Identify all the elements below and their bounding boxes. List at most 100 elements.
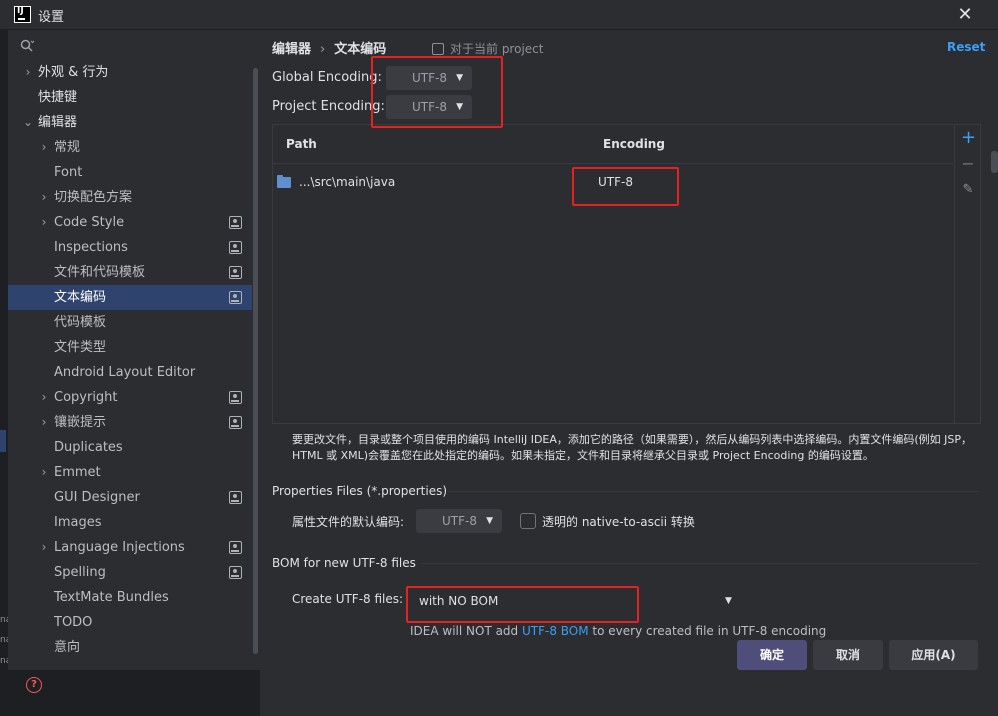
table-toolbar-divider bbox=[954, 125, 955, 423]
ok-button[interactable]: 确定 bbox=[737, 640, 807, 670]
help-icon[interactable]: ? bbox=[26, 677, 42, 693]
project-encoding-label: Project Encoding: bbox=[272, 99, 385, 114]
sidebar-item-label: 文件类型 bbox=[54, 340, 107, 355]
breadcrumb-current: 文本编码 bbox=[334, 42, 387, 57]
sidebar-item-todo[interactable]: TODO bbox=[8, 610, 252, 635]
project-scope-icon bbox=[229, 291, 242, 304]
window-title: 设置 bbox=[38, 10, 65, 25]
sidebar-item-镶嵌提示[interactable]: › 镶嵌提示 bbox=[8, 410, 252, 435]
sidebar-item-label: 意向 bbox=[54, 640, 81, 655]
chevron-right-icon[interactable]: › bbox=[38, 385, 50, 410]
chevron-right-icon[interactable]: › bbox=[38, 185, 50, 210]
sidebar-item-gui-designer[interactable]: GUI Designer bbox=[8, 485, 252, 510]
native-to-ascii-label[interactable]: 透明的 native-to-ascii 转换 bbox=[542, 513, 695, 530]
project-scope-icon bbox=[229, 416, 242, 429]
sidebar-item-label: Images bbox=[54, 515, 102, 530]
sidebar-item-常规[interactable]: › 常规 bbox=[8, 135, 252, 160]
utf8-bom-link[interactable]: UTF-8 BOM bbox=[522, 624, 589, 638]
sidebar-item-label: 代码模板 bbox=[54, 315, 107, 330]
bom-section-title: BOM for new UTF-8 files bbox=[272, 556, 416, 570]
breadcrumb: 编辑器 › 文本编码 bbox=[272, 38, 386, 57]
sidebar-item-duplicates[interactable]: Duplicates bbox=[8, 435, 252, 460]
chevron-right-icon[interactable]: › bbox=[38, 410, 50, 435]
sidebar-item-label: Spelling bbox=[54, 565, 106, 580]
sidebar-item-font[interactable]: Font bbox=[8, 160, 252, 185]
reset-button[interactable]: Reset bbox=[947, 40, 985, 54]
chevron-right-icon[interactable]: › bbox=[22, 60, 34, 85]
native-to-ascii-checkbox[interactable] bbox=[520, 513, 536, 529]
sidebar-item-快捷键[interactable]: 快捷键 bbox=[8, 85, 252, 110]
sidebar-item-label: Duplicates bbox=[54, 440, 123, 455]
column-header-path[interactable]: Path bbox=[286, 137, 317, 151]
cancel-button[interactable]: 取消 bbox=[813, 640, 883, 670]
sidebar-item-切换配色方案[interactable]: › 切换配色方案 bbox=[8, 185, 252, 210]
sidebar-item-emmet[interactable]: › Emmet bbox=[8, 460, 252, 485]
apply-button[interactable]: 应用(A) bbox=[889, 640, 978, 670]
sidebar-item-label: Inspections bbox=[54, 240, 128, 255]
sidebar-item-spelling[interactable]: Spelling bbox=[8, 560, 252, 585]
sidebar-item-textmate-bundles[interactable]: TextMate Bundles bbox=[8, 585, 252, 610]
sidebar-item-意向[interactable]: 意向 bbox=[8, 635, 252, 660]
sidebar-item-文件类型[interactable]: 文件类型 bbox=[8, 335, 252, 360]
close-icon[interactable]: ✕ bbox=[952, 2, 978, 28]
create-utf8-label: Create UTF-8 files: bbox=[292, 592, 404, 606]
search-icon[interactable] bbox=[19, 38, 35, 54]
dropdown-arrow-icon: ▼ bbox=[456, 73, 463, 83]
sidebar-item-language-injections[interactable]: › Language Injections bbox=[8, 535, 252, 560]
column-header-encoding[interactable]: Encoding bbox=[603, 137, 665, 151]
sidebar-item-label: 文件和代码模板 bbox=[54, 265, 146, 280]
sidebar-item-label: Copyright bbox=[54, 390, 118, 405]
properties-encoding-dropdown[interactable]: UTF-8 ▼ bbox=[416, 509, 502, 533]
project-encoding-dropdown[interactable]: UTF-8 ▼ bbox=[386, 95, 472, 119]
remove-icon[interactable]: − bbox=[961, 156, 975, 172]
project-scope-icon bbox=[229, 541, 242, 554]
add-icon[interactable]: + bbox=[961, 129, 976, 147]
sidebar-item-code-style[interactable]: › Code Style bbox=[8, 210, 252, 235]
folder-icon bbox=[277, 175, 291, 188]
chevron-right-icon[interactable]: › bbox=[38, 210, 50, 235]
sidebar-item-文本编码[interactable]: 文本编码 bbox=[8, 285, 252, 310]
sidebar-item-label: Android Layout Editor bbox=[54, 365, 196, 380]
background-scrollbar bbox=[991, 151, 998, 173]
properties-section-title: Properties Files (*.properties) bbox=[272, 484, 448, 498]
sidebar-item-外观-行为[interactable]: › 外观 & 行为 bbox=[8, 60, 252, 85]
project-scope-icon bbox=[229, 491, 242, 504]
create-utf8-dropdown[interactable]: with NO BOM ▼ bbox=[407, 587, 740, 615]
chevron-right-icon[interactable]: › bbox=[38, 460, 50, 485]
encoding-description: 要更改文件，目录或整个项目使用的编码 IntelliJ IDEA，添加它的路径（… bbox=[292, 433, 973, 462]
edit-icon[interactable]: ✎ bbox=[961, 183, 975, 197]
bom-hint: IDEA will NOT add UTF-8 BOM to every cre… bbox=[410, 624, 827, 638]
sidebar-item-inspections[interactable]: Inspections bbox=[8, 235, 252, 260]
sidebar-item-文件和代码模板[interactable]: 文件和代码模板 bbox=[8, 260, 252, 285]
sidebar-item-copyright[interactable]: › Copyright bbox=[8, 385, 252, 410]
row-encoding[interactable]: UTF-8 bbox=[598, 175, 633, 189]
sidebar-item-label: 文本编码 bbox=[54, 290, 107, 305]
intellij-app-icon: IJ bbox=[14, 6, 31, 23]
sidebar-item-android-layout-editor[interactable]: Android Layout Editor bbox=[8, 360, 252, 385]
project-scope-icon bbox=[229, 266, 242, 279]
path-encoding-table: Path Encoding ...\src\main\java UTF-8 + … bbox=[272, 124, 981, 424]
sidebar-item-label: 切换配色方案 bbox=[54, 190, 133, 205]
global-encoding-dropdown[interactable]: UTF-8 ▼ bbox=[386, 66, 472, 90]
chevron-right-icon[interactable]: › bbox=[38, 535, 50, 560]
background-editor-edge: na na na bbox=[0, 30, 8, 716]
sidebar-item-images[interactable]: Images bbox=[8, 510, 252, 535]
sidebar-item-label: TextMate Bundles bbox=[54, 590, 169, 605]
dropdown-arrow-icon: ▼ bbox=[456, 102, 463, 112]
sidebar-item-label: Font bbox=[54, 165, 83, 180]
sidebar-item-label: 镶嵌提示 bbox=[54, 415, 107, 430]
sidebar-item-编辑器[interactable]: ⌄ 编辑器 bbox=[8, 110, 252, 135]
project-icon bbox=[432, 43, 444, 55]
breadcrumb-root[interactable]: 编辑器 bbox=[272, 42, 311, 57]
chevron-down-icon[interactable]: ⌄ bbox=[22, 110, 34, 135]
dropdown-arrow-icon: ▼ bbox=[725, 596, 732, 606]
sidebar-scrollbar[interactable] bbox=[253, 68, 258, 654]
settings-sidebar: › 外观 & 行为 快捷键 ⌄ 编辑器 › 常规 Font › 切换配色方案 › Code Style… bbox=[8, 30, 260, 670]
dropdown-arrow-icon: ▼ bbox=[486, 516, 493, 526]
chevron-right-icon[interactable]: › bbox=[38, 135, 50, 160]
sidebar-item-label: Language Injections bbox=[54, 540, 185, 555]
edge-text: na bbox=[0, 656, 8, 666]
sidebar-item-label: 常规 bbox=[54, 140, 81, 155]
sidebar-item-label: 编辑器 bbox=[38, 115, 78, 130]
sidebar-item-代码模板[interactable]: 代码模板 bbox=[8, 310, 252, 335]
